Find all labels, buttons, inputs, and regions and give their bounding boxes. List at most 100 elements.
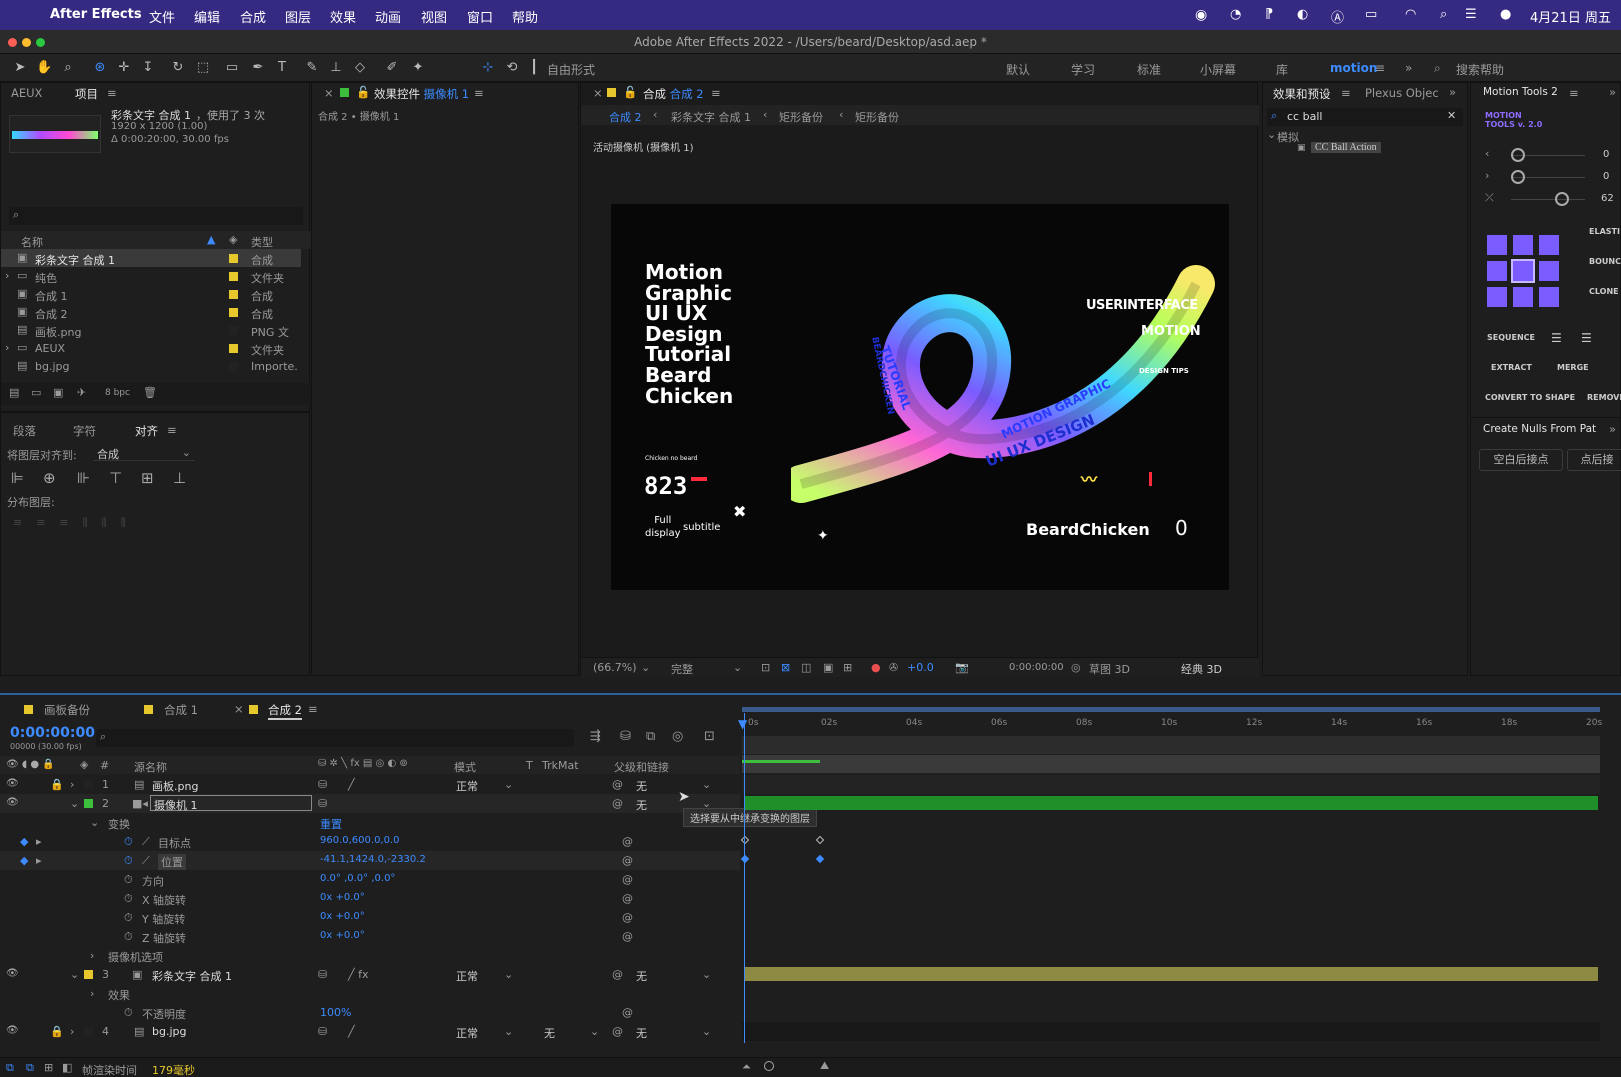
- workspace-default[interactable]: 默认: [1006, 61, 1030, 78]
- control-center-icon[interactable]: ☰: [1465, 7, 1477, 22]
- opacity-row[interactable]: ⏱ 不透明度 100% @: [0, 1003, 740, 1022]
- battery-icon[interactable]: ▭: [1365, 7, 1377, 22]
- stopwatch-icon[interactable]: ⏱: [124, 1006, 133, 1020]
- search-help-input[interactable]: 搜索帮助: [1456, 61, 1504, 78]
- label-color[interactable]: [84, 780, 93, 789]
- project-item[interactable]: ▣ 彩条文字 合成 1 合成: [1, 249, 301, 267]
- chevron-down-icon[interactable]: ⌄: [1267, 128, 1276, 141]
- graph-icon[interactable]: ⟋: [142, 854, 150, 868]
- pickwhip-icon[interactable]: @: [612, 968, 623, 981]
- more-tabs-icon[interactable]: »: [1609, 85, 1616, 99]
- panel-menu-icon[interactable]: ≡: [711, 86, 721, 100]
- chevron-down-icon[interactable]: ⌄: [590, 1025, 599, 1038]
- stopwatch-icon[interactable]: ⏱: [124, 873, 133, 887]
- render-time-icon[interactable]: ◧: [62, 1061, 72, 1074]
- label-color[interactable]: [229, 362, 238, 371]
- column-trkmat[interactable]: TrkMat: [542, 759, 579, 772]
- search-icon[interactable]: ⌕: [1440, 7, 1447, 22]
- pickwhip-icon[interactable]: @: [612, 797, 623, 810]
- menu-help[interactable]: 帮助: [512, 7, 538, 26]
- layer-switches-icon[interactable]: ⧉: [6, 1061, 14, 1075]
- channel-icon[interactable]: ●: [871, 661, 881, 674]
- layer-parent[interactable]: 无: [636, 778, 647, 794]
- align-top-icon[interactable]: ⊤: [109, 469, 122, 487]
- menu-window[interactable]: 窗口: [467, 7, 493, 26]
- new-folder-icon[interactable]: ▭: [31, 386, 41, 399]
- keyframe-nav-icon[interactable]: ◆: [20, 854, 28, 867]
- breadcrumb-3[interactable]: 矩形备份: [855, 109, 899, 125]
- clone-button[interactable]: CLONE: [1589, 287, 1619, 296]
- guides-icon[interactable]: ▣: [823, 661, 833, 674]
- transform-property-row[interactable]: ⏱ Y 轴旋转 0x +0.0° @: [0, 908, 740, 927]
- column-mode[interactable]: 模式: [454, 759, 476, 775]
- chevron-down-icon[interactable]: ⌄: [504, 968, 513, 981]
- breadcrumb-2[interactable]: 矩形备份: [779, 109, 823, 125]
- convert-to-shape-button[interactable]: CONVERT TO SHAPE: [1485, 393, 1575, 402]
- merge-button[interactable]: MERGE: [1557, 363, 1589, 372]
- eraser-tool-icon[interactable]: ◇: [352, 60, 368, 76]
- category-simulation[interactable]: 模拟: [1277, 129, 1299, 145]
- resolution-select[interactable]: 完整: [671, 661, 693, 677]
- interpret-footage-icon[interactable]: ▤: [9, 386, 19, 399]
- next-keyframe-icon[interactable]: ▸: [36, 854, 42, 867]
- chevron-right-icon[interactable]: ›: [1485, 169, 1489, 182]
- workspace-small-screen[interactable]: 小屏幕: [1200, 61, 1236, 78]
- chevron-right-icon[interactable]: ›: [5, 341, 9, 354]
- slider-handle-1[interactable]: [1511, 148, 1525, 162]
- sequence-keys-icon[interactable]: ☰: [1581, 331, 1592, 345]
- motion-blur-icon[interactable]: ◎: [672, 729, 683, 744]
- project-item[interactable]: ▤ bg.jpg Importe.: [1, 357, 301, 375]
- align-center-h-icon[interactable]: ⊕: [43, 469, 56, 487]
- graph-icon[interactable]: ⟋: [142, 835, 150, 849]
- shy-switch-icon[interactable]: ⛁: [318, 778, 327, 791]
- tab-effect-controls[interactable]: 效果控件 摄像机 1: [374, 86, 469, 102]
- chevron-down-icon[interactable]: ⌄: [702, 778, 711, 791]
- label-color[interactable]: [229, 326, 238, 335]
- more-tabs-icon[interactable]: »: [1449, 85, 1456, 99]
- brush-tool-icon[interactable]: ✎: [304, 60, 320, 76]
- tab-create-nulls[interactable]: Create Nulls From Pat: [1483, 423, 1596, 435]
- eye-icon[interactable]: 👁: [6, 1025, 19, 1036]
- reset-transform-link[interactable]: 重置: [320, 816, 342, 832]
- lock-icon[interactable]: 🔒: [50, 778, 64, 791]
- anchor-grid-cell[interactable]: [1513, 235, 1533, 255]
- chevron-down-icon[interactable]: ⌄: [70, 968, 79, 981]
- current-timecode[interactable]: 0:00:00:00: [10, 725, 95, 741]
- anchor-grid-cell[interactable]: [1513, 287, 1533, 307]
- app-menu[interactable]: After Effects: [50, 7, 142, 22]
- chevron-down-icon[interactable]: ⌄: [504, 778, 513, 791]
- anchor-grid-cell[interactable]: [1539, 287, 1559, 307]
- tab-effects-presets[interactable]: 效果和预设: [1273, 86, 1331, 102]
- search-help-icon[interactable]: ⌕: [1434, 61, 1441, 76]
- workspace-learn[interactable]: 学习: [1071, 61, 1095, 78]
- column-t[interactable]: T: [526, 759, 533, 772]
- layer-row-1[interactable]: 👁 🔒 › 1 ▤ 画板.png ⛁ ╱ 正常 ⌄ @ 无 ⌄: [0, 775, 740, 794]
- modes-toggle-icon[interactable]: ⧉: [26, 1061, 34, 1075]
- layer-row-3[interactable]: 👁 ⌄ 3 ▣ 彩条文字 合成 1 ⛁ ╱ fx 正常 ⌄ @ 无 ⌄: [0, 965, 740, 984]
- pickwhip-icon[interactable]: @: [612, 778, 623, 791]
- layer-mode[interactable]: 正常: [456, 778, 478, 794]
- column-type[interactable]: 类型: [251, 234, 273, 250]
- align-left-icon[interactable]: ⊫: [11, 469, 24, 487]
- color-management-icon[interactable]: ✇: [889, 661, 898, 674]
- keyframe[interactable]: [815, 854, 825, 864]
- magnification-select[interactable]: (66.7%): [593, 661, 637, 674]
- align-to-select[interactable]: 合成 ⌄: [93, 445, 195, 461]
- label-color[interactable]: [84, 1027, 93, 1036]
- zoom-tool-icon[interactable]: ⌕: [60, 60, 76, 76]
- chevron-left-icon[interactable]: ‹: [1485, 147, 1489, 160]
- chevron-right-icon[interactable]: ›: [90, 987, 94, 1000]
- layer-row-4[interactable]: 👁 🔒 › 4 ▤ bg.jpg ⛁ ╱ 正常 ⌄ 无 ⌄ @ 无 ⌄: [0, 1022, 740, 1041]
- layer-mode[interactable]: 正常: [456, 968, 478, 984]
- workspace-library[interactable]: 库: [1276, 61, 1288, 78]
- keyframe-nav-icon[interactable]: ◆: [20, 835, 28, 848]
- camera-options-row[interactable]: › 摄像机选项: [0, 946, 740, 965]
- menu-view[interactable]: 视图: [421, 7, 447, 26]
- effect-cc-ball-action[interactable]: CC Ball Action: [1311, 142, 1381, 153]
- lock-icon[interactable]: 🔓: [623, 85, 637, 99]
- in-out-toggle-icon[interactable]: ⊞: [44, 1061, 53, 1074]
- opacity-value[interactable]: 100%: [320, 1006, 351, 1019]
- eye-icon[interactable]: 👁: [6, 797, 19, 808]
- comp-timecode[interactable]: 0:00:00:00: [1009, 662, 1064, 673]
- pan-camera-tool-icon[interactable]: ✛: [116, 60, 132, 76]
